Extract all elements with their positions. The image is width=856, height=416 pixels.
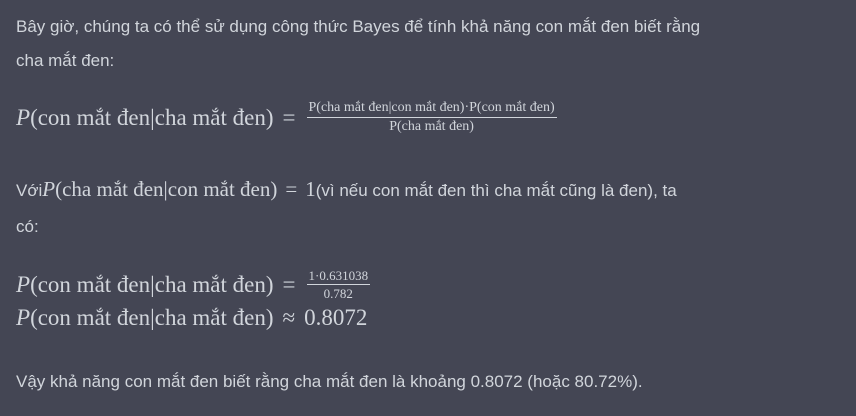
fraction-numerator: P(cha mắt đen|con mắt đen)·P(con mắt đen…	[308, 100, 555, 115]
given-line-2: có:	[16, 217, 39, 236]
given-prefix: Với	[16, 181, 43, 200]
formula2-equals: =	[282, 271, 296, 297]
substituted-formula: P (con mắt đen|cha mắt đen) = 1·0.631038…	[16, 268, 372, 301]
fraction-denominator: P(cha mắt đen)	[389, 119, 474, 134]
intro-line-1: Bây giờ, chúng ta có thể sử dụng công th…	[16, 17, 701, 36]
given-math-value: 1	[305, 177, 316, 201]
fraction2-denominator: 0.782	[323, 286, 353, 301]
formula3-approx: ≈	[282, 305, 296, 330]
given-math-rel: =	[285, 177, 298, 201]
formula3-lhs-arg: (con mắt đen|cha mắt đen)	[30, 305, 274, 330]
intro-line-2: cha mắt đen:	[16, 51, 115, 70]
formula-lhs-arg: (con mắt đen|cha mắt đen)	[30, 104, 274, 130]
bayes-formula: P (con mắt đen|cha mắt đen) = P(cha mắt …	[16, 100, 559, 135]
formula2-lhs-arg: (con mắt đen|cha mắt đen)	[30, 271, 274, 297]
formula-lhs-var: P	[16, 104, 31, 130]
substituted-fraction: 1·0.631038 0.782	[306, 268, 371, 301]
fraction-bar	[306, 117, 557, 118]
conclusion-text: Vậy khả năng con mắt đen biết rằng cha m…	[16, 372, 643, 391]
result-formula: P (con mắt đen|cha mắt đen) ≈ 0.8072	[16, 305, 367, 331]
formula3-value: 0.8072	[304, 305, 368, 330]
fraction2-bar	[306, 284, 371, 285]
given-math-arg: (cha mắt đen|con mắt đen)	[55, 177, 278, 201]
given-math: P(cha mắt đen|con mắt đen) = 1	[42, 172, 315, 206]
bayes-fraction: P(cha mắt đen|con mắt đen)·P(con mắt đen…	[306, 100, 557, 135]
formula-equals: =	[282, 104, 296, 130]
formula2-lhs-var: P	[16, 271, 31, 297]
given-suffix: (vì nếu con mắt đen thì cha mắt cũng là …	[315, 181, 677, 200]
formula3-lhs-var: P	[16, 305, 31, 330]
given-math-var: P	[42, 177, 56, 201]
fraction2-numerator: 1·0.631038	[308, 268, 369, 283]
given-line-1: Với P(cha mắt đen|con mắt đen) = 1 (vì nếu…	[16, 172, 677, 208]
